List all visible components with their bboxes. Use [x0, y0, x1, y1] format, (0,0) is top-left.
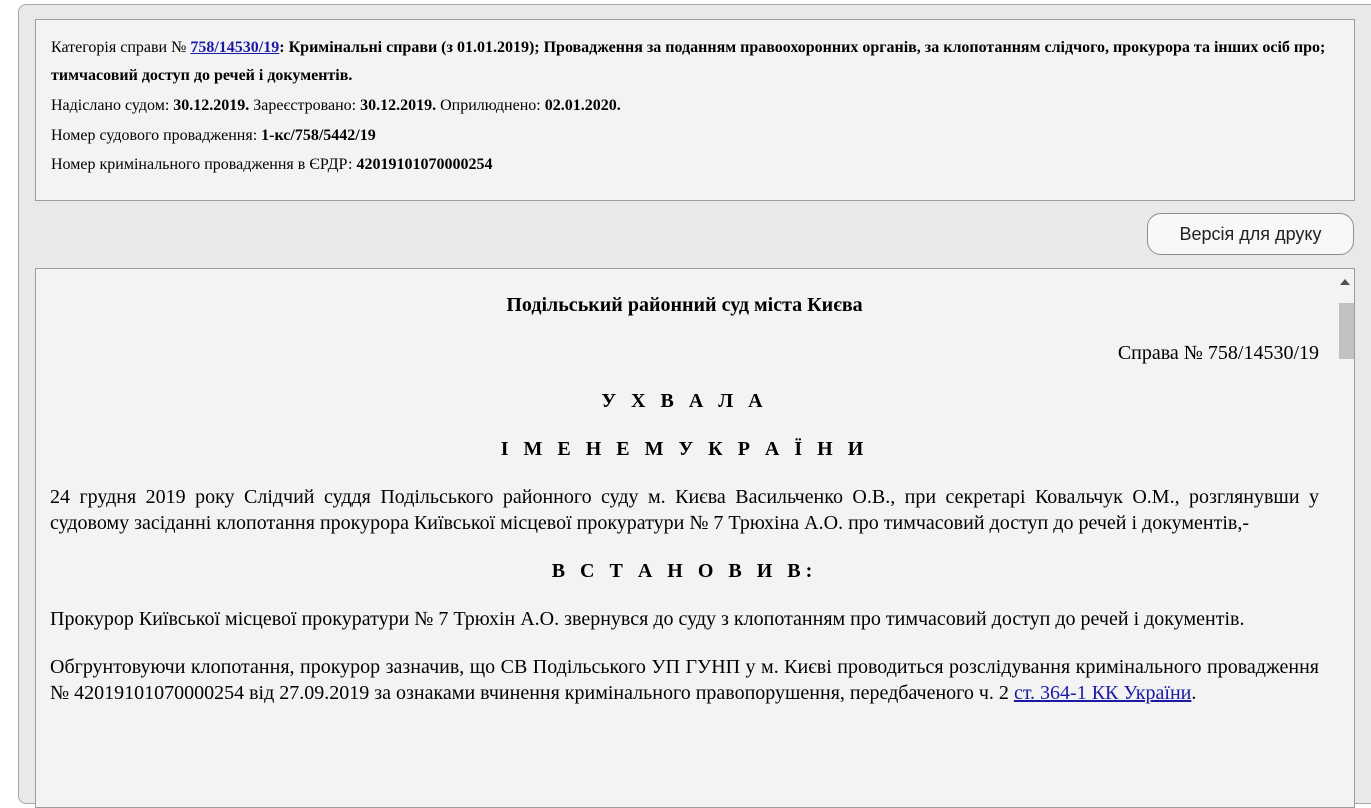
scroll-up-arrow-icon[interactable] — [1340, 279, 1350, 285]
published-label: Оприлюднено: — [436, 97, 545, 114]
court-case-number: 1-кс/758/5442/19 — [261, 127, 376, 144]
criminal-case-row: Номер кримінального провадження в ЄРДР: … — [51, 151, 1339, 179]
sent-date: 30.12.2019. — [173, 97, 250, 114]
category-label: Категорія справи № — [51, 39, 191, 56]
court-name: Подільський районний суд міста Києва — [506, 294, 863, 316]
sent-label: Надіслано судом: — [51, 97, 174, 114]
ruling-heading: У Х В А Л А — [601, 390, 768, 412]
criminal-code-link[interactable]: ст. 364-1 КК України — [1014, 682, 1191, 704]
case-number: Справа № 758/14530/19 — [1117, 342, 1319, 364]
grounds-end: . — [1191, 682, 1197, 704]
case-category: Категорія справи № 758/14530/19: Криміна… — [51, 34, 1339, 90]
criminal-case-label: Номер кримінального провадження в ЄРДР: — [51, 156, 357, 173]
in-the-name-heading: І М Е Н Е М У К Р А Ї Н И — [500, 438, 869, 460]
court-case-row: Номер судового провадження: 1-кс/758/544… — [51, 120, 1339, 151]
registered-date: 30.12.2019. — [360, 97, 437, 114]
print-version-button[interactable]: Версія для друку — [1147, 213, 1354, 255]
case-dates: Надіслано судом: 30.12.2019. Зареєстрова… — [51, 92, 1339, 120]
established-heading: В С Т А Н О В И В: — [551, 560, 818, 582]
criminal-case-number: 42019101070000254 — [356, 156, 493, 173]
case-number-link[interactable]: 758/14530/19 — [190, 39, 279, 56]
registered-label: Зареєстровано: — [249, 97, 361, 114]
document-content: Подільський районний суд міста Києва Спр… — [50, 269, 1319, 706]
published-date: 02.01.2020. — [544, 97, 621, 114]
grounds-paragraph: Обгрунтовуючи клопотання, прокурор зазна… — [50, 654, 1319, 706]
vertical-scrollbar[interactable] — [1337, 269, 1354, 807]
scroll-thumb[interactable] — [1339, 303, 1354, 359]
petition-paragraph: Прокурор Київської місцевої прокуратури … — [50, 608, 1245, 630]
intro-paragraph: 24 грудня 2019 року Слідчий суддя Поділь… — [50, 486, 1319, 534]
document-viewer[interactable]: Подільський районний суд міста Києва Спр… — [35, 268, 1355, 808]
case-info-panel: Категорія справи № 758/14530/19: Криміна… — [35, 19, 1355, 201]
court-case-label: Номер судового провадження: — [51, 127, 262, 144]
